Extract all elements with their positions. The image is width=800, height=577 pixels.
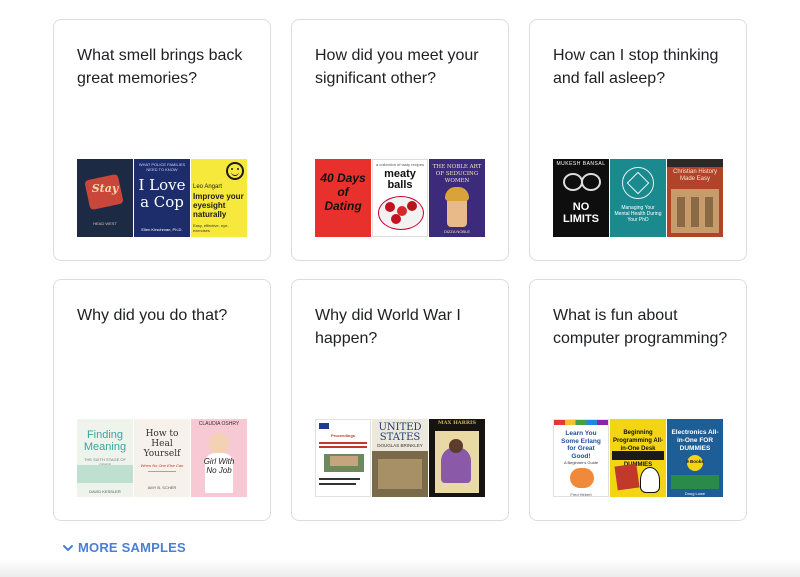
- book-title: How to Heal Yourself: [143, 429, 181, 459]
- book-subtitle: a collection of tasty recipes: [375, 162, 425, 167]
- book-author: AMY B. SCHER: [147, 485, 177, 490]
- book-author: DAVID KESSLER: [89, 489, 121, 494]
- book-cover: Managing Your Mental Health During Your …: [610, 159, 666, 237]
- question-text: How can I stop thinking and fall asleep?: [553, 47, 719, 87]
- book-author: DOUGLAS BRINKLEY: [377, 443, 423, 448]
- book-cover: How to Heal Yourself When No One Else Ca…: [134, 419, 190, 497]
- book-author: CLAUDIA OSHRY: [198, 421, 240, 427]
- book-cover: MUKESH BANSAL NO LIMITS: [553, 159, 609, 237]
- book-title: MAX HARRIS: [438, 420, 476, 426]
- book-title: Girl With No Job: [203, 457, 235, 475]
- question-card[interactable]: What is fun about computer programming? …: [529, 279, 747, 521]
- question-card[interactable]: How can I stop thinking and fall asleep?…: [529, 19, 747, 261]
- bottom-shadow: [0, 559, 800, 577]
- book-cover: CLAUDIA OSHRY Girl With No Job: [191, 419, 247, 497]
- question-card[interactable]: How did you meet your significant other?…: [291, 19, 509, 261]
- book-author: Ellen Kirschman, Ph.D.: [141, 227, 183, 232]
- book-subtitle: Easy, effective, eye-exercises: [193, 223, 229, 233]
- book-author: MUKESH BANSAL: [556, 161, 606, 167]
- question-card[interactable]: What smell brings back great memories? S…: [53, 19, 271, 261]
- book-cover-strip: Stay HEAD WEST WHAT POLICE FAMILIES NEED…: [77, 159, 247, 237]
- book-cover-strip: Learn You Some Erlang for Great Good! A …: [553, 419, 723, 497]
- book-cover: Christian History Made Easy: [667, 159, 723, 237]
- book-author: DIZZA NOBLE: [443, 229, 470, 234]
- book-title: Learn You Some Erlang for Great Good!: [561, 430, 601, 460]
- book-cover: UNITED STATES DOUGLAS BRINKLEY: [372, 419, 428, 497]
- book-cover-strip: Proceedings UNITED STATES DOUGLAS BRINKL…: [315, 419, 485, 497]
- book-subtitle: When No One Else Can: [140, 463, 184, 468]
- book-title: I Love a Cop: [138, 176, 186, 211]
- book-cover: Stay HEAD WEST: [77, 159, 133, 237]
- book-cover-strip: Finding Meaning THE SIXTH STAGE OF GRIEF…: [77, 419, 247, 497]
- book-cover: Electronics All-in-One FOR DUMMIES 9 Boo…: [667, 419, 723, 497]
- more-samples-button[interactable]: MORE SAMPLES: [62, 540, 186, 555]
- question-card[interactable]: Why did World War I happen? Proceedings …: [291, 279, 509, 521]
- book-title: Electronics All-in-One FOR DUMMIES: [671, 429, 719, 452]
- question-text: How did you meet your significant other?: [315, 47, 479, 87]
- book-cover: MAX HARRIS: [429, 419, 485, 497]
- book-cover-strip: 40 Days of Dating a collection of tasty …: [315, 159, 485, 237]
- book-author: Fred Hébert: [570, 492, 592, 497]
- question-text: Why did you do that?: [77, 307, 228, 324]
- book-cover: Beginning Programming All-in-One Desk Re…: [610, 419, 666, 497]
- book-cover: a collection of tasty recipes meaty ball…: [372, 159, 428, 237]
- book-author: Leo Angart: [193, 184, 223, 190]
- book-author: Doug Lowe: [684, 491, 706, 496]
- book-title: Christian History Made Easy: [672, 169, 717, 182]
- book-title: meaty balls: [384, 168, 416, 191]
- book-title: Finding Meaning: [83, 429, 127, 453]
- book-title: Managing Your Mental Health During Your …: [614, 205, 662, 223]
- book-cover: Leo Angart Improve your eyesight natural…: [191, 159, 247, 237]
- question-card[interactable]: Why did you do that? Finding Meaning THE…: [53, 279, 271, 521]
- question-text: Why did World War I happen?: [315, 307, 461, 347]
- book-title: Stay: [91, 182, 119, 195]
- book-title: THE NOBLE ART OF SEDUCING WOMEN: [432, 164, 482, 184]
- sample-questions-grid: What smell brings back great memories? S…: [53, 19, 747, 521]
- smiley-icon: [226, 162, 244, 180]
- book-cover: Finding Meaning THE SIXTH STAGE OF GRIEF…: [77, 419, 133, 497]
- book-subtitle: WHAT POLICE FAMILIES NEED TO KNOW: [138, 162, 186, 172]
- more-samples-label: MORE SAMPLES: [78, 540, 186, 555]
- book-cover: Learn You Some Erlang for Great Good! A …: [553, 419, 609, 497]
- book-cover: Proceedings: [315, 419, 371, 497]
- book-title: Beginning Programming All-in-One Desk Re…: [612, 430, 664, 468]
- book-title: Improve your eyesight naturally: [193, 192, 244, 219]
- book-cover-strip: MUKESH BANSAL NO LIMITS Managing Your Me…: [553, 159, 723, 237]
- question-text: What smell brings back great memories?: [77, 47, 243, 87]
- book-title: 40 Days of Dating: [320, 171, 366, 213]
- book-title: NO LIMITS: [562, 201, 600, 225]
- book-cover: 40 Days of Dating: [315, 159, 371, 237]
- book-cover: THE NOBLE ART OF SEDUCING WOMEN DIZZA NO…: [429, 159, 485, 237]
- book-cover: WHAT POLICE FAMILIES NEED TO KNOW I Love…: [134, 159, 190, 237]
- book-subtitle: HEAD WEST: [93, 221, 117, 226]
- book-title: Proceedings: [330, 433, 355, 438]
- question-text: What is fun about computer programming?: [553, 307, 728, 347]
- book-title: UNITED STATES: [378, 422, 422, 443]
- book-subtitle: 9 Books: [686, 459, 704, 464]
- chevron-down-icon: [63, 544, 73, 551]
- book-subtitle: A Beginner's Guide: [563, 460, 599, 465]
